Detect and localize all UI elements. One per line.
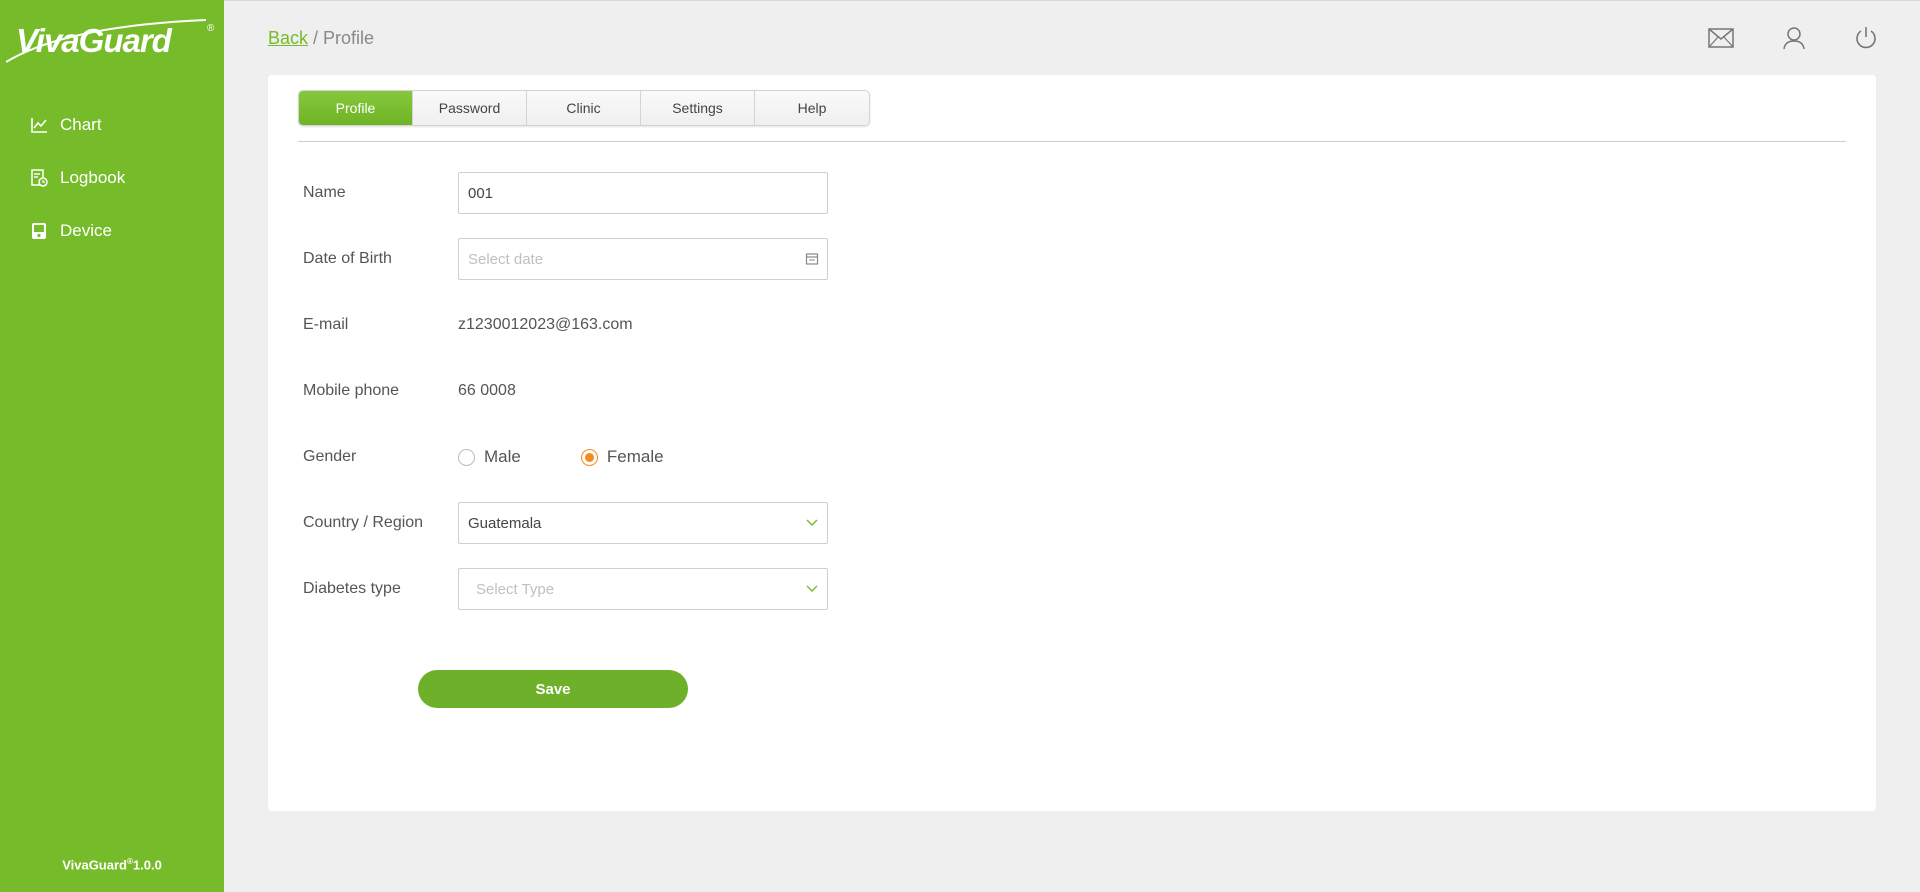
logo-registered-mark: ® bbox=[207, 23, 215, 34]
tab-help[interactable]: Help bbox=[755, 91, 869, 125]
diabetes-select[interactable]: Select Type bbox=[458, 568, 828, 610]
breadcrumb: Back / Profile bbox=[268, 28, 374, 49]
name-label: Name bbox=[303, 184, 346, 201]
diabetes-label: Diabetes type bbox=[303, 580, 401, 597]
name-field[interactable]: 001 bbox=[458, 172, 828, 214]
sidebar-item-logbook[interactable]: Logbook bbox=[0, 151, 224, 204]
country-value: Guatemala bbox=[468, 514, 542, 532]
gender-male-radio[interactable]: Male bbox=[458, 447, 521, 467]
tab-password[interactable]: Password bbox=[413, 91, 527, 125]
email-value: z1230012023@163.com bbox=[458, 316, 633, 333]
sidebar-item-chart[interactable]: Chart bbox=[0, 98, 224, 151]
device-icon bbox=[30, 222, 48, 240]
email-label: E-mail bbox=[303, 316, 349, 333]
user-icon[interactable] bbox=[1780, 24, 1808, 52]
sidebar-item-label: Device bbox=[60, 220, 112, 240]
tab-settings[interactable]: Settings bbox=[641, 91, 755, 125]
chevron-down-icon[interactable] bbox=[805, 582, 819, 600]
tab-divider bbox=[298, 141, 1846, 142]
app-version: VivaGuard®1.0.0 bbox=[0, 857, 224, 872]
breadcrumb-current: Profile bbox=[323, 28, 375, 48]
dob-row: Date of Birth Select date bbox=[303, 238, 828, 280]
name-value: 001 bbox=[468, 184, 494, 202]
version-name: VivaGuard bbox=[62, 857, 127, 872]
radio-circle[interactable] bbox=[458, 448, 475, 466]
header-divider bbox=[224, 0, 1920, 1]
dob-placeholder: Select date bbox=[468, 250, 544, 268]
country-row: Country / Region Guatemala bbox=[303, 502, 828, 544]
brand-logo[interactable]: VivaGuard ® bbox=[6, 16, 218, 66]
sidebar-item-label: Logbook bbox=[60, 167, 126, 187]
email-row: E-mail z1230012023@163.com bbox=[303, 304, 633, 346]
chevron-down-icon[interactable] bbox=[805, 516, 819, 534]
breadcrumb-separator: / bbox=[308, 28, 324, 48]
save-button[interactable]: Save bbox=[418, 670, 688, 708]
calendar-icon[interactable] bbox=[805, 252, 819, 270]
tab-bar: Profile Password Clinic Settings Help bbox=[298, 90, 870, 126]
mail-icon[interactable] bbox=[1707, 24, 1735, 52]
gender-female-radio[interactable]: Female bbox=[580, 447, 664, 467]
dob-field[interactable]: Select date bbox=[458, 238, 828, 280]
sidebar-item-label: Chart bbox=[60, 114, 102, 134]
mobile-row: Mobile phone 66 0008 bbox=[303, 370, 516, 412]
chart-icon bbox=[30, 116, 48, 134]
country-select[interactable]: Guatemala bbox=[458, 502, 828, 544]
profile-card: Profile Password Clinic Settings Help Na… bbox=[268, 75, 1876, 811]
diabetes-placeholder: Select Type bbox=[476, 580, 555, 598]
name-row: Name 001 bbox=[303, 172, 828, 214]
gender-row: Gender Male Female bbox=[303, 436, 706, 478]
back-link[interactable]: Back bbox=[268, 28, 308, 48]
sidebar-item-device[interactable]: Device bbox=[0, 204, 224, 257]
tab-profile[interactable]: Profile bbox=[299, 91, 413, 125]
tab-clinic[interactable]: Clinic bbox=[527, 91, 641, 125]
dob-label: Date of Birth bbox=[303, 250, 392, 267]
radio-label: Female bbox=[606, 447, 664, 466]
radio-label: Male bbox=[484, 447, 521, 466]
country-label: Country / Region bbox=[303, 514, 424, 531]
mobile-label: Mobile phone bbox=[303, 382, 400, 399]
power-icon[interactable] bbox=[1852, 24, 1880, 52]
logo-text: VivaGuard bbox=[16, 22, 172, 59]
version-number: 1.0.0 bbox=[132, 857, 162, 872]
radio-circle-selected[interactable] bbox=[580, 448, 598, 466]
sidebar-nav: Chart Logbook Device bbox=[0, 98, 224, 257]
diabetes-row: Diabetes type Select Type bbox=[303, 568, 828, 610]
logbook-icon bbox=[30, 168, 48, 187]
mobile-value: 66 0008 bbox=[458, 382, 516, 399]
sidebar: VivaGuard ® Chart Logbook Device VivaGua… bbox=[0, 0, 224, 892]
gender-label: Gender bbox=[303, 448, 357, 465]
